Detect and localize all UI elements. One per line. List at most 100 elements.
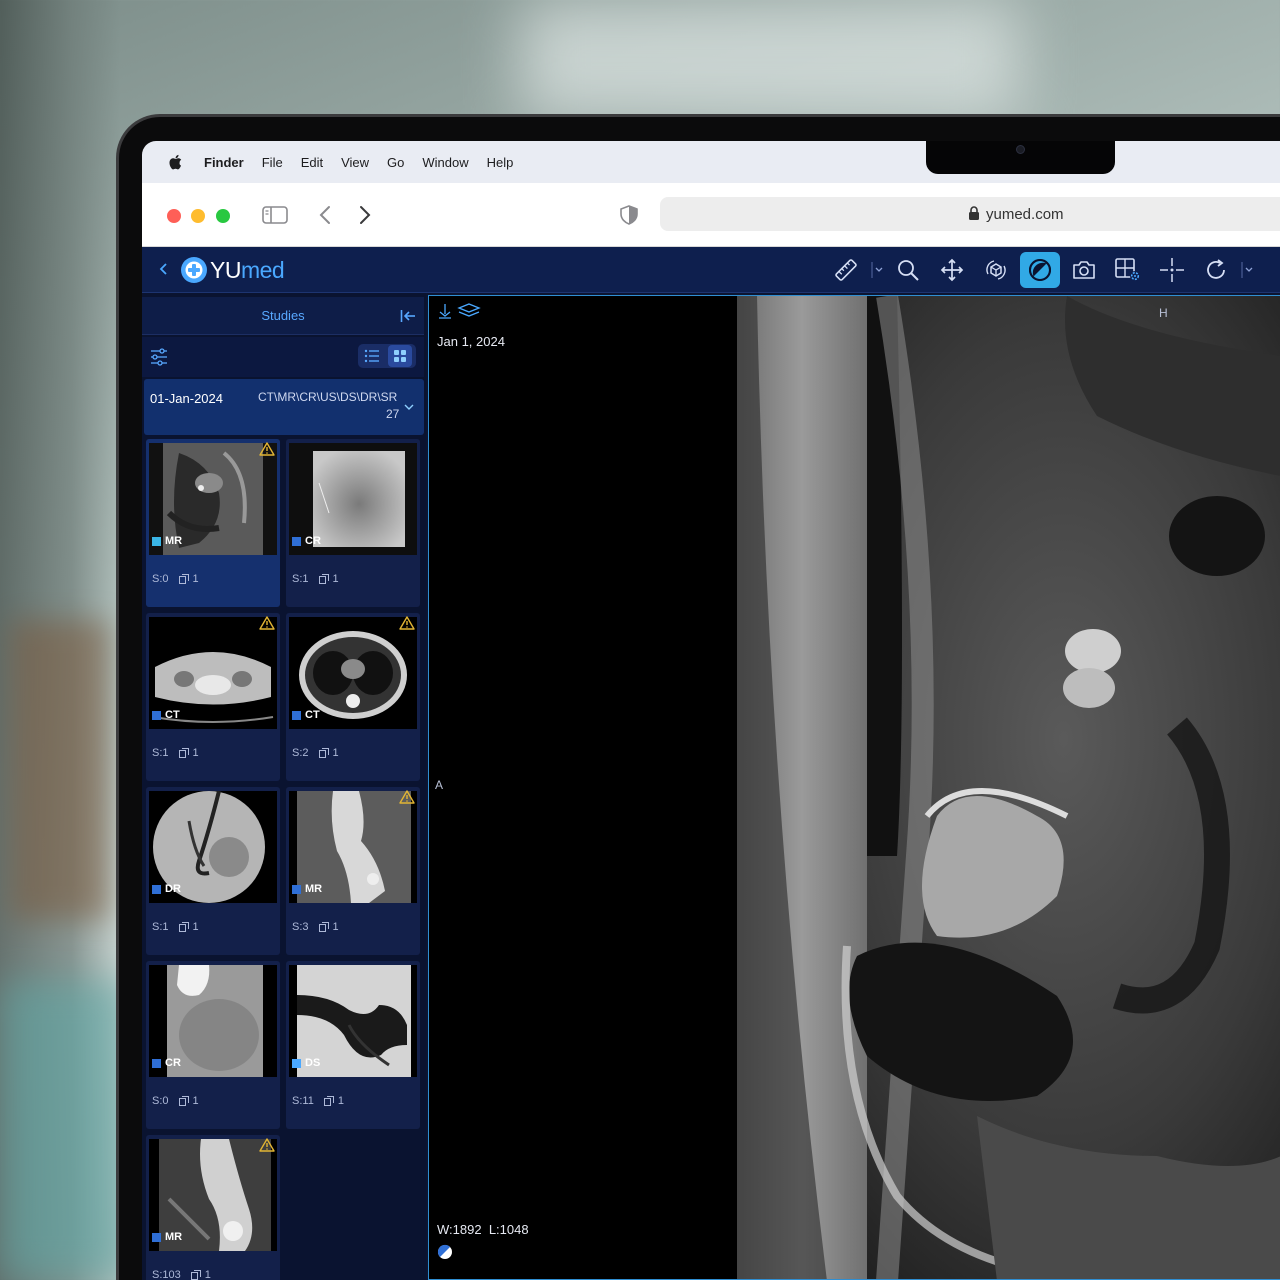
lock-icon [969, 206, 979, 220]
instance-count: 1 [192, 747, 199, 759]
window-level-tool-button[interactable] [1020, 252, 1060, 288]
url-text: yumed.com [986, 206, 1064, 223]
series-meta: S:11 1 [292, 1095, 344, 1107]
study-series-count: 27 [386, 407, 400, 421]
capture-tool-button[interactable] [1064, 252, 1104, 288]
instances-icon [318, 922, 329, 932]
back-icon[interactable] [318, 205, 332, 225]
series-meta: S:103 1 [152, 1269, 211, 1280]
series-number: S:1 [152, 921, 169, 933]
study-header[interactable]: 01-Jan-2024 CT\MR\CR\US\DS\DR\SR 27 [144, 379, 424, 435]
instances-icon [178, 922, 189, 932]
sidebar-tools [142, 337, 424, 377]
series-meta: S:2 1 [292, 747, 339, 759]
series-number: S:0 [152, 1095, 169, 1107]
grid-view-button[interactable] [388, 345, 412, 367]
logo-brand-a: YU [210, 257, 241, 283]
camera-icon [1073, 261, 1095, 279]
orientation-label-top: H [1159, 306, 1168, 320]
privacy-shield-icon[interactable] [620, 205, 638, 225]
menu-view[interactable]: View [341, 155, 369, 170]
warning-icon [259, 442, 275, 456]
crosshair-tool-button[interactable] [1152, 252, 1192, 288]
yumed-logo-text: YUmed [210, 257, 285, 284]
series-meta: S:0 1 [152, 573, 199, 585]
modality-badge: DR [152, 883, 181, 895]
reset-tool-dropdown[interactable] [1240, 260, 1254, 280]
series-number: S:1 [152, 747, 169, 759]
series-number: S:1 [292, 573, 309, 585]
sidebar-toggle-icon[interactable] [262, 206, 288, 224]
pan-tool-button[interactable] [932, 252, 972, 288]
instances-icon [178, 1096, 189, 1106]
close-window-button[interactable] [167, 209, 181, 223]
modality-badge: MR [152, 535, 182, 547]
rotate-3d-icon [986, 260, 1006, 280]
filter-settings-icon[interactable] [150, 348, 168, 366]
background-blur [10, 620, 110, 920]
list-view-icon[interactable] [364, 349, 380, 363]
menu-file[interactable]: File [262, 155, 283, 170]
ruler-icon [835, 259, 857, 281]
minimize-window-button[interactable] [191, 209, 205, 223]
mri-image [737, 296, 1280, 1279]
zoom-tool-button[interactable] [888, 252, 928, 288]
studies-sidebar: Studies 01-Jan-2024 CT\MR\CR\US\DS\DR\SR… [142, 293, 426, 1280]
grid-view-icon [394, 350, 406, 362]
zoom-icon [898, 260, 919, 281]
modality-label: MR [165, 535, 183, 547]
address-bar[interactable]: yumed.com [660, 197, 1280, 231]
layout-settings-icon [1115, 258, 1140, 281]
series-card[interactable]: DR S:1 1 [146, 787, 280, 955]
background-blur [520, 0, 1020, 120]
measure-tool-dropdown[interactable] [870, 260, 884, 280]
series-meta: S:1 1 [292, 573, 339, 585]
series-meta: S:1 1 [152, 921, 199, 933]
zoom-window-button[interactable] [216, 209, 230, 223]
instances-icon [190, 1270, 201, 1280]
series-card[interactable]: DS S:11 1 [286, 961, 420, 1129]
pan-icon [940, 258, 964, 282]
layout-settings-tool-button[interactable] [1108, 252, 1148, 288]
series-number: S:11 [292, 1095, 314, 1107]
modality-badge: CT [152, 709, 180, 721]
series-card[interactable]: MR S:103 1 [146, 1135, 280, 1280]
warning-icon [259, 616, 275, 630]
menu-help[interactable]: Help [487, 155, 514, 170]
level-value: 1048 [499, 1222, 529, 1237]
viewport-layer-icons[interactable] [437, 302, 481, 320]
menu-finder[interactable]: Finder [204, 155, 244, 170]
series-card[interactable]: CT S:2 1 [286, 613, 420, 781]
warning-icon [399, 790, 415, 804]
app-header: YUmed [142, 247, 1280, 293]
series-card[interactable]: CT S:1 1 [146, 613, 280, 781]
modality-label: DS [305, 1057, 321, 1069]
menu-edit[interactable]: Edit [301, 155, 323, 170]
measure-tool-button[interactable] [826, 252, 866, 288]
chevron-left-icon[interactable] [158, 262, 168, 276]
image-viewport[interactable]: Jan 1, 2024 A H W:1892 L:1048 [428, 295, 1280, 1280]
rotate-3d-tool-button[interactable] [976, 252, 1016, 288]
menu-go[interactable]: Go [387, 155, 404, 170]
contrast-icon [1029, 259, 1051, 281]
series-card[interactable]: CR S:0 1 [146, 961, 280, 1129]
chevron-down-icon[interactable] [404, 403, 414, 411]
modality-badge: CT [292, 709, 320, 721]
reset-tool-button[interactable] [1196, 252, 1236, 288]
forward-icon[interactable] [358, 205, 372, 225]
series-card[interactable]: MR S:0 1 [146, 439, 280, 607]
modality-label: CT [165, 709, 180, 721]
contrast-icon [437, 1244, 452, 1259]
series-card[interactable]: MR S:3 1 [286, 787, 420, 955]
modality-badge: CR [152, 1057, 181, 1069]
instance-count: 1 [337, 1095, 344, 1107]
collapse-sidebar-icon[interactable] [400, 309, 416, 323]
apple-icon[interactable] [168, 154, 182, 170]
modality-badge: MR [292, 883, 322, 895]
crosshair-icon [1160, 258, 1184, 282]
laptop-screen: Finder File Edit View Go Window Help yum… [142, 141, 1280, 1280]
modality-label: CR [305, 535, 321, 547]
series-card[interactable]: CR S:1 1 [286, 439, 420, 607]
camera-notch [926, 141, 1115, 174]
menu-window[interactable]: Window [422, 155, 468, 170]
